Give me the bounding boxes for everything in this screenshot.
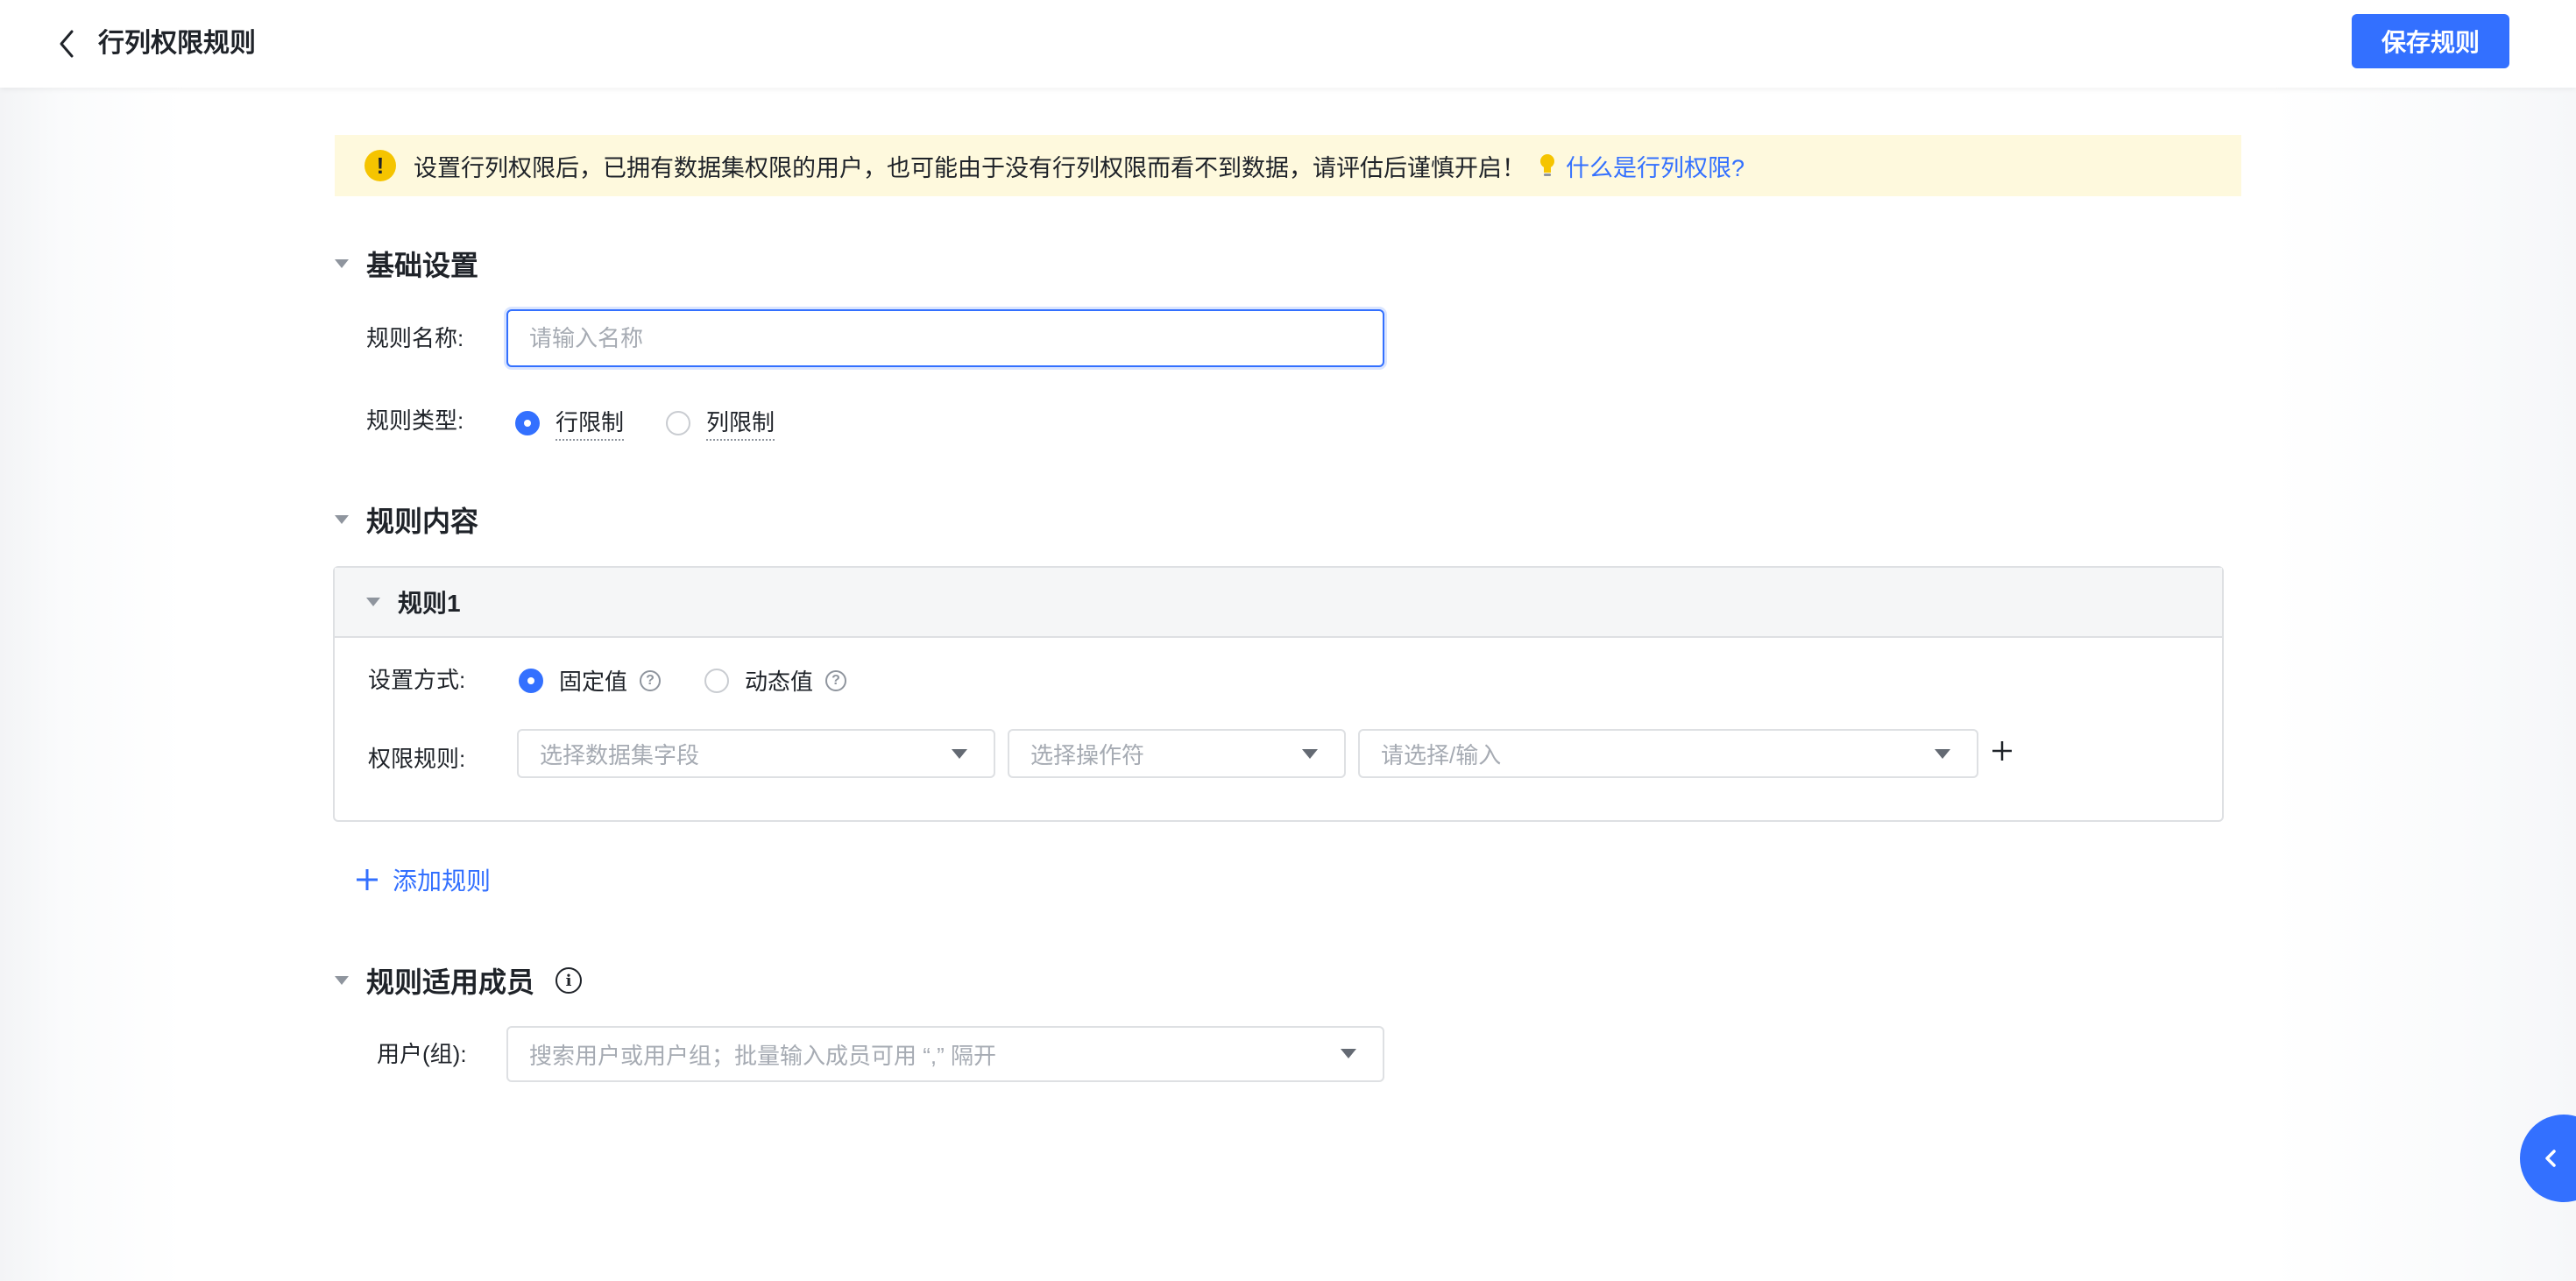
rule-members-heading: 规则适用成员 xyxy=(366,966,535,998)
chevron-left-icon xyxy=(2545,1150,2556,1167)
caret-down-icon xyxy=(335,976,349,985)
what-is-permission-link[interactable]: 什么是行列权限? xyxy=(1566,149,1744,183)
radio-column-limit-button[interactable] xyxy=(666,410,690,435)
exclamation-icon: ! xyxy=(364,150,396,181)
add-condition-plus-icon[interactable] xyxy=(1991,740,2013,762)
back-button[interactable] xyxy=(54,26,81,61)
caret-down-icon xyxy=(366,598,380,606)
radio-column-limit-label: 列限制 xyxy=(706,405,775,441)
radio-row-limit-label: 行限制 xyxy=(556,405,625,441)
lightbulb-icon xyxy=(1540,154,1554,176)
rule-title: 规则1 xyxy=(398,590,461,617)
radio-row-limit[interactable]: 行限制 xyxy=(515,405,625,441)
notice-text: 设置行列权限后，已拥有数据集权限的用户，也可能由于没有行列权限而看不到数据，请评… xyxy=(414,154,1525,181)
rule-type-label: 规则类型: xyxy=(366,407,464,434)
rule-card-header[interactable]: 规则1 xyxy=(335,568,2222,638)
add-rule-button[interactable]: 添加规则 xyxy=(356,862,491,897)
rule-name-label: 规则名称: xyxy=(366,325,464,351)
user-group-label: 用户(组): xyxy=(377,1041,467,1067)
top-bar: 行列权限规则 保存规则 xyxy=(0,0,2576,88)
warning-notice: ! 设置行列权限后，已拥有数据集权限的用户，也可能由于没有行列权限而看不到数据，… xyxy=(335,135,2241,196)
left-background xyxy=(0,88,305,1281)
radio-dynamic-value-button[interactable] xyxy=(704,668,729,693)
rule-members-toggle[interactable]: 规则适用成员 i xyxy=(335,960,583,1001)
radio-row-limit-button[interactable] xyxy=(515,410,540,435)
user-group-placeholder: 搜索用户或用户组；批量输入成员可用 “,” 隔开 xyxy=(529,1042,996,1069)
right-background xyxy=(2271,88,2576,1281)
dropdown-arrow-icon xyxy=(952,749,967,759)
set-mode-label: 设置方式: xyxy=(368,667,466,693)
operator-placeholder: 选择操作符 xyxy=(1030,741,1145,768)
question-icon[interactable]: ? xyxy=(640,669,662,691)
info-icon[interactable]: i xyxy=(556,967,583,994)
permission-rule-label: 权限规则: xyxy=(368,746,466,772)
user-group-select[interactable]: 搜索用户或用户组；批量输入成员可用 “,” 隔开 xyxy=(506,1026,1384,1082)
dropdown-arrow-icon xyxy=(1935,749,1950,759)
basic-settings-heading: 基础设置 xyxy=(366,250,479,281)
dataset-field-select[interactable]: 选择数据集字段 xyxy=(517,729,995,778)
dropdown-arrow-icon xyxy=(1302,749,1318,759)
radio-fixed-value-button[interactable] xyxy=(519,668,543,693)
rule-content-toggle[interactable]: 规则内容 xyxy=(335,499,478,540)
value-placeholder: 请选择/输入 xyxy=(1381,741,1502,768)
radio-column-limit[interactable]: 列限制 xyxy=(666,405,775,441)
plus-icon xyxy=(357,869,378,890)
radio-fixed-value[interactable]: 固定值 ? xyxy=(519,664,662,697)
rule-content-heading: 规则内容 xyxy=(366,506,479,537)
operator-select[interactable]: 选择操作符 xyxy=(1008,729,1346,778)
radio-fixed-value-label: 固定值 xyxy=(559,669,628,695)
value-select[interactable]: 请选择/输入 xyxy=(1358,729,1978,778)
basic-settings-toggle[interactable]: 基础设置 xyxy=(335,244,478,284)
add-rule-label: 添加规则 xyxy=(393,867,492,895)
save-rule-button[interactable]: 保存规则 xyxy=(2352,14,2509,68)
dropdown-arrow-icon xyxy=(1341,1049,1356,1058)
rule-name-input[interactable] xyxy=(506,309,1384,367)
caret-down-icon xyxy=(335,259,349,268)
page-title: 行列权限规则 xyxy=(98,29,256,58)
chevron-left-icon xyxy=(60,30,74,58)
question-icon[interactable]: ? xyxy=(825,669,847,691)
caret-down-icon xyxy=(335,515,349,524)
radio-dynamic-value-label: 动态值 xyxy=(745,669,814,695)
radio-dynamic-value[interactable]: 动态值 ? xyxy=(704,664,847,697)
dataset-field-placeholder: 选择数据集字段 xyxy=(540,741,700,768)
